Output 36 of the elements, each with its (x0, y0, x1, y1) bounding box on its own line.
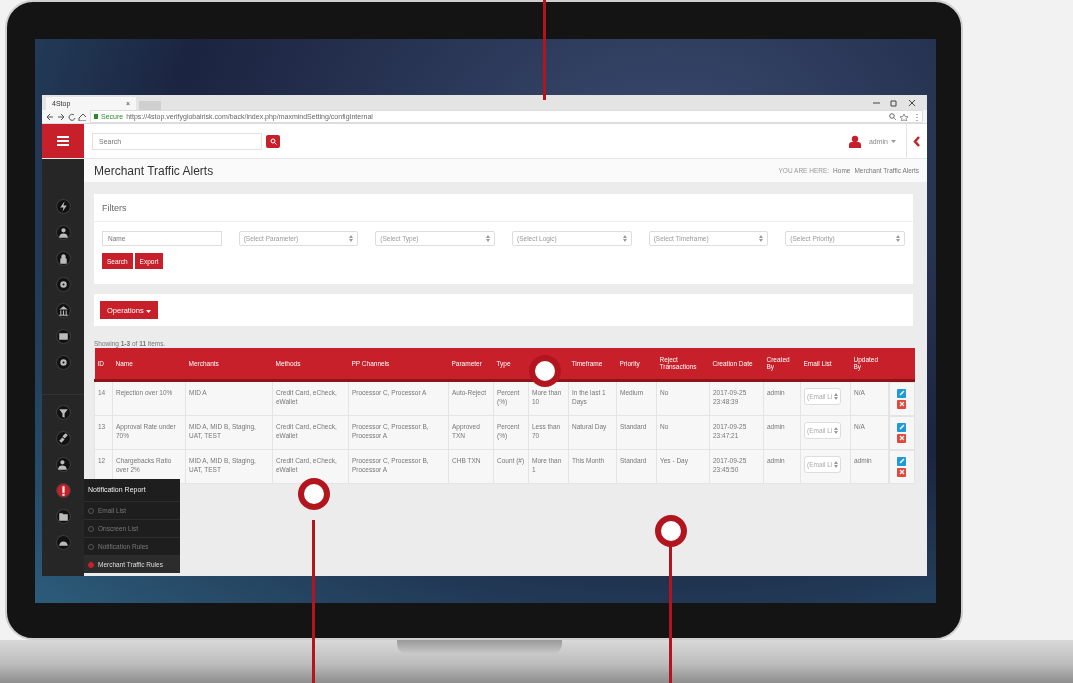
search-icon (269, 137, 277, 145)
caret-icon[interactable] (891, 139, 896, 143)
card-icon[interactable] (55, 329, 71, 344)
edit-icon[interactable] (897, 388, 907, 398)
gear-icon[interactable] (55, 277, 71, 292)
delete-icon[interactable] (897, 399, 907, 409)
lock-icon[interactable] (55, 251, 71, 266)
caret-icon (145, 309, 151, 313)
alert-icon[interactable] (55, 483, 71, 498)
sort-arrows-icon (896, 235, 901, 242)
sort-arrows-icon (486, 235, 490, 242)
bank-icon[interactable] (55, 303, 71, 318)
sort-arrows-icon (759, 235, 764, 242)
navigation-icon[interactable] (46, 112, 86, 121)
edit-icon[interactable] (897, 422, 907, 432)
delete-icon[interactable] (897, 467, 907, 477)
sort-arrows-icon (834, 392, 839, 400)
user-icon[interactable] (55, 225, 71, 240)
sort-arrows-icon (834, 461, 839, 469)
page-title: Merchant Traffic Alerts (94, 163, 214, 178)
gear-icon[interactable] (55, 355, 71, 370)
folder-icon[interactable] (55, 509, 71, 524)
sort-arrows-icon (834, 427, 839, 435)
bolt-icon[interactable] (55, 199, 71, 214)
sort-arrows-icon (349, 235, 354, 242)
toolbar-icon[interactable] (889, 112, 919, 121)
lock-icon (94, 114, 98, 119)
delete-icon[interactable] (897, 433, 907, 443)
user-add-icon[interactable] (55, 457, 71, 472)
edit-icon[interactable] (897, 456, 907, 466)
panel-title: Filters (102, 202, 127, 213)
filter-icon[interactable] (55, 405, 71, 420)
search-button[interactable] (266, 134, 280, 148)
menu-icon[interactable] (42, 124, 84, 158)
sort-arrows-icon (622, 235, 627, 242)
user-icon (848, 134, 861, 148)
